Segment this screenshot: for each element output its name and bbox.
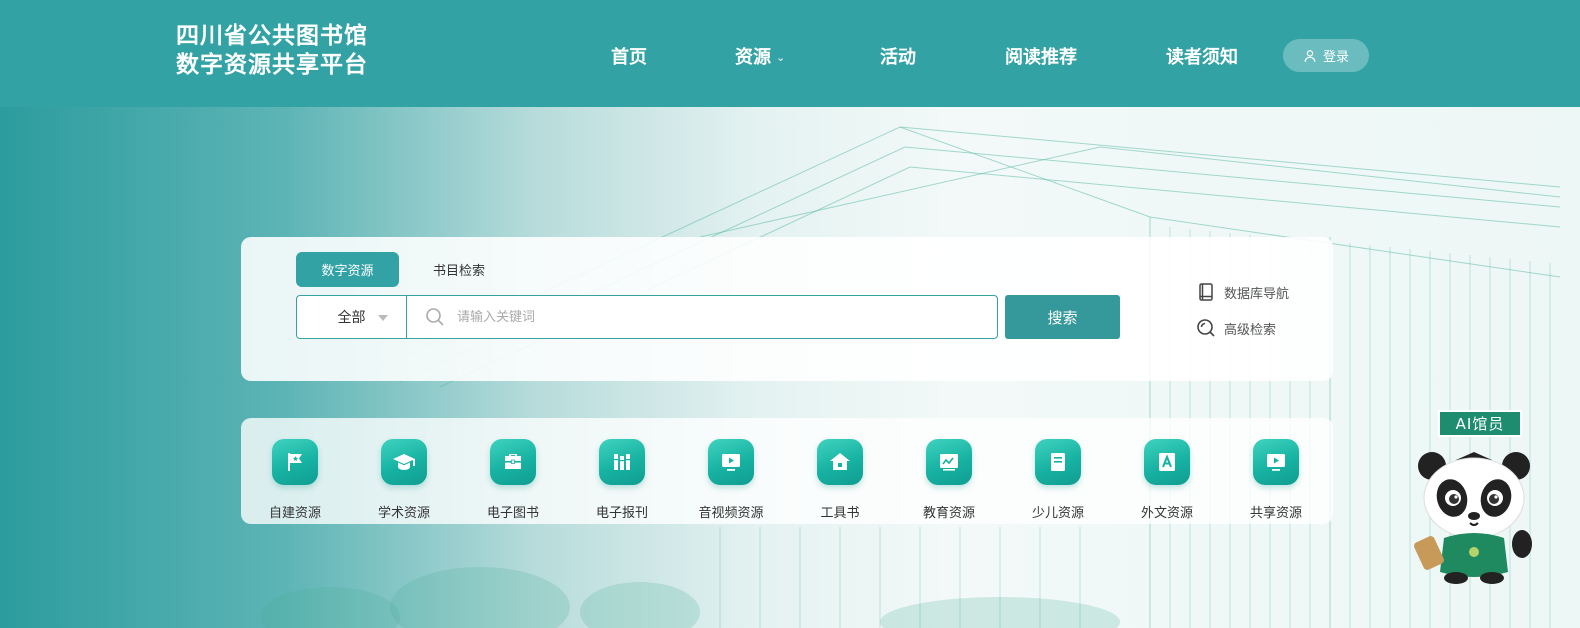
nav-home-label: 首页 xyxy=(611,47,647,68)
nav-reader-notice[interactable]: 读者须知 xyxy=(1166,43,1238,69)
magnifier-icon xyxy=(1197,319,1215,337)
book-icon xyxy=(1199,283,1213,301)
category-label: 外文资源 xyxy=(1140,506,1193,521)
category-panel: 自建资源 学术资源 电子图书 电子报刊 音视频资源 工具书 教育资源 少儿资源 … xyxy=(241,418,1333,524)
database-nav-label: 数据库导航 xyxy=(1224,286,1290,302)
nav-activities[interactable]: 活动 xyxy=(880,43,916,69)
briefcase-icon xyxy=(505,454,521,469)
books-icon xyxy=(614,454,630,470)
search-panel: 数字资源 书目检索 全部 搜索 数据库导航 高级检索 xyxy=(241,237,1333,381)
category-label: 电子图书 xyxy=(486,506,539,521)
nav-reading-recommend[interactable]: 阅读推荐 xyxy=(1005,43,1077,69)
category-label: 教育资源 xyxy=(922,506,975,521)
notebook-icon xyxy=(1051,453,1065,471)
nav-reader-notice-label: 读者须知 xyxy=(1166,47,1238,68)
category-label: 少儿资源 xyxy=(1031,506,1084,521)
nav-activities-label: 活动 xyxy=(880,47,916,68)
search-button[interactable]: 搜索 xyxy=(1005,295,1120,339)
search-input-wrap xyxy=(407,296,997,338)
category-label: 工具书 xyxy=(820,506,860,521)
database-nav-link[interactable]: 数据库导航 xyxy=(1196,282,1289,302)
category-label: 电子报刊 xyxy=(595,506,648,521)
ai-assistant-badge[interactable]: AI馆员 xyxy=(1438,410,1522,437)
chevron-down-icon: ⌄ xyxy=(776,51,786,64)
nav-home[interactable]: 首页 xyxy=(611,43,647,69)
category-self-built[interactable]: 自建资源 xyxy=(245,439,345,521)
ai-assistant[interactable]: AI馆员 xyxy=(1412,410,1537,590)
category-label: 自建资源 xyxy=(268,506,321,521)
advanced-search-link[interactable]: 高级检索 xyxy=(1196,318,1276,338)
login-button[interactable]: 登录 xyxy=(1283,39,1369,72)
category-education[interactable]: 教育资源 xyxy=(899,439,999,521)
site-logo[interactable]: 四川省公共图书馆 数字资源共享平台 xyxy=(176,22,368,80)
category-label: 音视频资源 xyxy=(698,506,764,521)
panda-mascot-icon xyxy=(1414,452,1532,584)
share-play-icon xyxy=(1267,454,1285,471)
nav-reading-recommend-label: 阅读推荐 xyxy=(1005,47,1077,68)
search-box: 全部 xyxy=(296,295,998,339)
graduation-cap-icon xyxy=(393,454,415,470)
category-enewspapers[interactable]: 电子报刊 xyxy=(572,439,672,521)
letter-a-icon xyxy=(1159,453,1175,471)
login-label: 登录 xyxy=(1322,50,1349,65)
play-monitor-icon xyxy=(722,454,740,471)
scope-selected-value: 全部 xyxy=(337,310,366,326)
tab-digital-resources[interactable]: 数字资源 xyxy=(296,252,399,287)
search-icon xyxy=(426,308,444,326)
logo-line-2: 数字资源共享平台 xyxy=(176,52,368,78)
category-reference-books[interactable]: 工具书 xyxy=(790,439,890,521)
category-shared[interactable]: 共享资源 xyxy=(1226,439,1326,521)
nav-resources[interactable]: 资源 ⌄ xyxy=(735,43,785,69)
nav-resources-label: 资源 xyxy=(735,47,771,68)
top-header: 四川省公共图书馆 数字资源共享平台 首页 资源 ⌄ 活动 阅读推荐 读者须知 登录 xyxy=(0,0,1580,107)
scope-select[interactable]: 全部 xyxy=(297,296,407,338)
logo-line-1: 四川省公共图书馆 xyxy=(176,23,368,49)
category-audio-video[interactable]: 音视频资源 xyxy=(681,439,781,521)
tab-catalog-search[interactable]: 书目检索 xyxy=(421,252,497,287)
home-icon xyxy=(830,453,850,470)
category-foreign[interactable]: 外文资源 xyxy=(1117,439,1217,521)
advanced-search-label: 高级检索 xyxy=(1224,322,1277,338)
category-label: 共享资源 xyxy=(1249,506,1302,521)
user-icon xyxy=(1304,49,1316,62)
category-children[interactable]: 少儿资源 xyxy=(1008,439,1108,521)
category-ebooks[interactable]: 电子图书 xyxy=(463,439,563,521)
category-label: 学术资源 xyxy=(377,506,430,521)
caret-down-icon xyxy=(378,315,388,321)
category-academic[interactable]: 学术资源 xyxy=(354,439,454,521)
flag-star-icon xyxy=(288,453,302,471)
search-input[interactable] xyxy=(457,309,997,325)
blackboard-icon xyxy=(940,454,958,471)
